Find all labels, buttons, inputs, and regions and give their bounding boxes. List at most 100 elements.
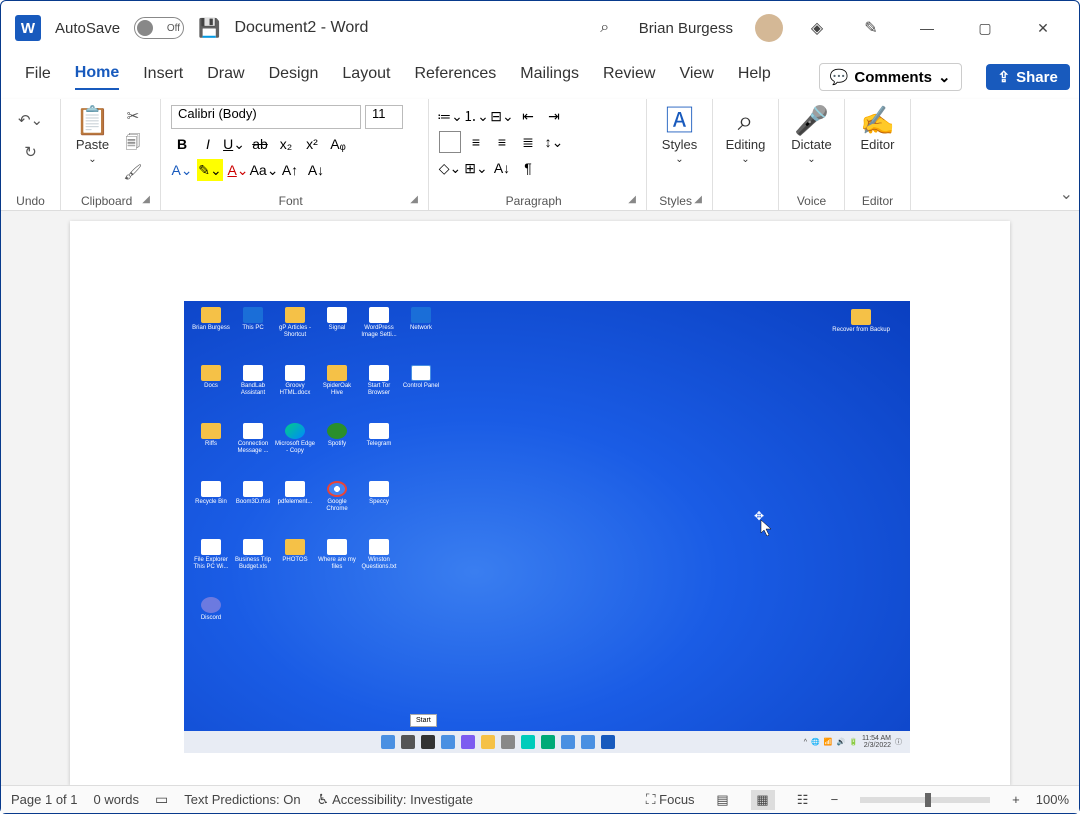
decrease-indent-icon[interactable]: ⇤ [517, 105, 539, 127]
editor-button[interactable]: ✍ Editor [856, 105, 899, 154]
microphone-icon: 🎤 [794, 107, 829, 135]
tab-help[interactable]: Help [738, 65, 771, 89]
icon-label: Winston Questions.txt [358, 557, 400, 570]
avatar[interactable] [755, 14, 783, 42]
line-spacing-button[interactable]: ↕⌄ [543, 131, 565, 153]
shading-button[interactable]: ◇⌄ [439, 157, 461, 179]
search-icon[interactable]: ⌕ [585, 19, 625, 37]
align-left-icon[interactable] [439, 131, 461, 153]
undo-icon[interactable]: ↶⌄ [20, 109, 42, 131]
minimize-button[interactable]: — [905, 13, 949, 43]
editing-button[interactable]: ⌕ Editing ⌄ [722, 105, 770, 167]
zoom-slider[interactable] [860, 797, 990, 803]
multilevel-button[interactable]: ⊟⌄ [491, 105, 513, 127]
icon-label: Business Trip Budget.xls [232, 557, 274, 570]
justify-icon[interactable]: ≣ [517, 131, 539, 153]
system-tray: ^🌐📶🔊🔋 11:54 AM 2/3/2022 ⓘ [804, 735, 902, 749]
autosave-state: Off [167, 23, 180, 34]
pen-icon[interactable]: ✎ [851, 18, 891, 38]
icon-label: PHOTOS [282, 557, 307, 564]
text-predictions[interactable]: Text Predictions: On [184, 792, 300, 807]
tab-insert[interactable]: Insert [143, 65, 183, 89]
dialog-launcher-icon[interactable]: ◢ [694, 194, 702, 205]
user-name[interactable]: Brian Burgess [639, 20, 733, 37]
numbering-button[interactable]: ⒈⌄ [465, 105, 487, 127]
spellcheck-icon[interactable]: ▭ [155, 791, 168, 808]
align-center-icon[interactable]: ≡ [465, 131, 487, 153]
desktop-icon: Groovy HTML.docx [274, 365, 316, 423]
file-icon [369, 539, 389, 555]
read-mode-icon[interactable]: ▤ [711, 790, 735, 810]
text-effects-button[interactable]: A⌄ [171, 159, 193, 181]
borders-button[interactable]: ⊞⌄ [465, 157, 487, 179]
tab-view[interactable]: View [679, 65, 713, 89]
subscript-button[interactable]: x₂ [275, 133, 297, 155]
paste-button[interactable]: 📋 Paste ⌄ [71, 105, 114, 167]
inserted-screenshot[interactable]: Brian BurgessThis PCgP Articles - Shortc… [184, 301, 910, 753]
save-icon[interactable]: 💾 [198, 18, 220, 39]
increase-indent-icon[interactable]: ⇥ [543, 105, 565, 127]
underline-button[interactable]: U⌄ [223, 133, 245, 155]
italic-button[interactable]: I [197, 133, 219, 155]
focus-button[interactable]: ⛶ Focus [646, 791, 695, 808]
clear-format-icon[interactable]: Aᵩ [327, 133, 349, 155]
autosave-toggle[interactable]: Off [134, 17, 184, 39]
tab-layout[interactable]: Layout [342, 65, 390, 89]
taskview-icon [421, 735, 435, 749]
file-icon [327, 423, 347, 439]
icon-label: Discord [201, 615, 221, 622]
cut-icon[interactable]: ✂ [122, 105, 144, 127]
close-button[interactable]: ✕ [1021, 13, 1065, 43]
desktop-icon: Microsoft Edge - Copy [274, 423, 316, 481]
share-button[interactable]: ⇪ Share [986, 64, 1070, 90]
word-count[interactable]: 0 words [94, 792, 140, 807]
format-painter-icon[interactable]: 🖌 [122, 161, 144, 183]
styles-button[interactable]: 🄰 Styles ⌄ [658, 105, 701, 167]
collapse-ribbon-icon[interactable]: ⌄ [1060, 184, 1073, 204]
print-layout-icon[interactable]: ▦ [751, 790, 775, 810]
tab-home[interactable]: Home [75, 64, 119, 90]
file-icon [201, 423, 221, 439]
document-area[interactable]: Brian BurgessThis PCgP Articles - Shortc… [1, 211, 1079, 785]
desktop-icon: Boom3D.msi [232, 481, 274, 539]
bold-button[interactable]: B [171, 133, 193, 155]
web-layout-icon[interactable]: ☷ [791, 790, 815, 810]
diamond-icon[interactable]: ◈ [797, 18, 837, 38]
file-icon [243, 307, 263, 323]
comments-button[interactable]: 💬 Comments ⌄ [819, 63, 962, 91]
highlight-button[interactable]: ✎⌄ [197, 159, 223, 181]
grow-font-icon[interactable]: A↑ [279, 159, 301, 181]
accessibility-status[interactable]: ♿︎ Accessibility: Investigate [317, 791, 473, 808]
shrink-font-icon[interactable]: A↓ [305, 159, 327, 181]
font-size-select[interactable]: 11 [365, 105, 403, 129]
redo-icon[interactable]: ↻ [20, 141, 42, 163]
tab-review[interactable]: Review [603, 65, 655, 89]
strikethrough-button[interactable]: ab [249, 133, 271, 155]
dictate-button[interactable]: 🎤 Dictate ⌄ [787, 105, 835, 167]
show-marks-icon[interactable]: ¶ [517, 157, 539, 179]
font-name-select[interactable]: Calibri (Body) [171, 105, 361, 129]
tab-file[interactable]: File [25, 65, 51, 89]
align-right-icon[interactable]: ≡ [491, 131, 513, 153]
zoom-out-button[interactable]: − [831, 792, 839, 807]
copy-icon[interactable]: 🗐 [122, 133, 144, 155]
maximize-button[interactable]: ▢ [963, 13, 1007, 43]
change-case-button[interactable]: Aa⌄ [253, 159, 275, 181]
bullets-button[interactable]: ≔⌄ [439, 105, 461, 127]
zoom-level[interactable]: 100% [1036, 792, 1069, 807]
dialog-launcher-icon[interactable]: ◢ [628, 194, 636, 205]
dialog-launcher-icon[interactable]: ◢ [142, 194, 150, 205]
file-icon [243, 365, 263, 381]
zoom-in-button[interactable]: + [1012, 792, 1020, 807]
group-undo-label: Undo [11, 192, 50, 208]
tab-references[interactable]: References [414, 65, 496, 89]
sort-icon[interactable]: A↓ [491, 157, 513, 179]
tab-design[interactable]: Design [269, 65, 319, 89]
comment-icon: 💬 [830, 68, 849, 86]
tab-draw[interactable]: Draw [207, 65, 244, 89]
dialog-launcher-icon[interactable]: ◢ [410, 194, 418, 205]
tab-mailings[interactable]: Mailings [520, 65, 579, 89]
font-color-button[interactable]: A⌄ [227, 159, 249, 181]
page-count[interactable]: Page 1 of 1 [11, 792, 78, 807]
superscript-button[interactable]: x² [301, 133, 323, 155]
